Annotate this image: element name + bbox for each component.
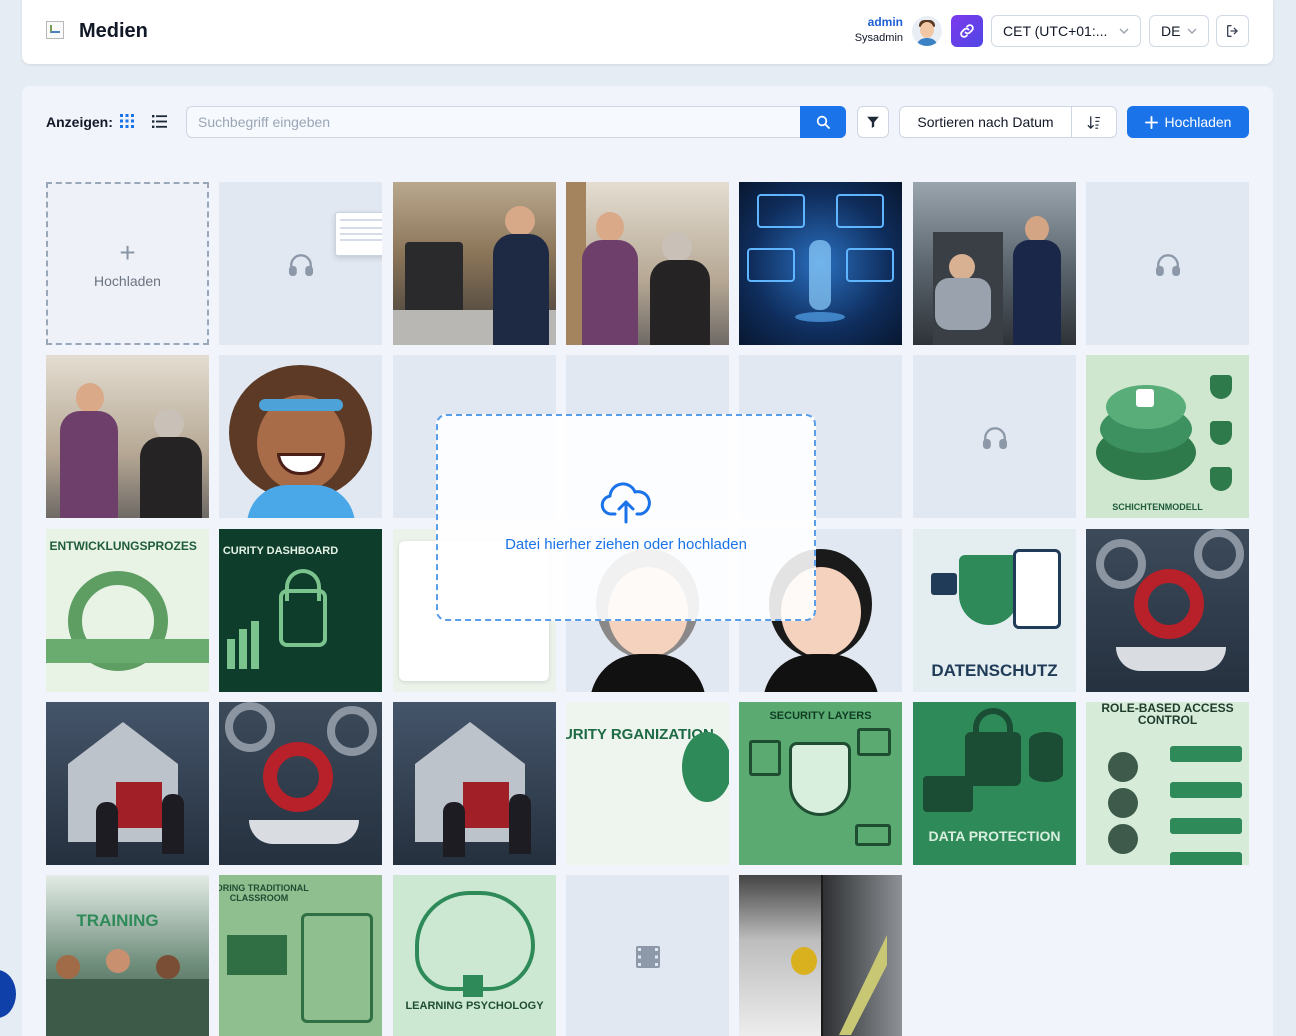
cloud-upload-icon bbox=[600, 482, 651, 524]
headphones-icon bbox=[1155, 253, 1180, 276]
view-label: Anzeigen: bbox=[46, 114, 113, 130]
grid-icon bbox=[120, 114, 134, 128]
tile-caption: GILE ENTWICKLUNGSPROZES bbox=[46, 539, 197, 553]
media-tile-audio[interactable] bbox=[1086, 182, 1249, 345]
tile-caption: ROLE-BASED ACCESS CONTROL bbox=[1101, 702, 1234, 727]
tile-caption: DATENSCHUTZ bbox=[931, 661, 1058, 680]
media-tile-illustration[interactable] bbox=[1086, 529, 1249, 692]
media-tile-photo[interactable] bbox=[913, 182, 1076, 345]
headphones-icon bbox=[982, 426, 1007, 449]
media-tile-illustration[interactable]: DATENSCHUTZ bbox=[913, 529, 1076, 692]
media-tile-photo[interactable] bbox=[46, 355, 209, 518]
media-tile-avatar[interactable] bbox=[219, 355, 382, 518]
logout-icon bbox=[1226, 25, 1238, 37]
tile-caption: SCHICHTENMODELL bbox=[1112, 502, 1203, 512]
plus-icon: + bbox=[119, 236, 136, 268]
sort-direction-button[interactable] bbox=[1071, 106, 1117, 138]
upload-button-label: Hochladen bbox=[1164, 114, 1232, 130]
media-tile-illustration[interactable] bbox=[219, 702, 382, 865]
media-tile-illustration[interactable] bbox=[393, 702, 556, 865]
user-info[interactable]: admin Sysadmin bbox=[830, 14, 903, 46]
avatar[interactable] bbox=[912, 16, 942, 46]
media-tile-illustration[interactable]: SECURITY LAYERS bbox=[739, 702, 902, 865]
tile-caption: BORING TRADITIONAL CLASSROOM bbox=[219, 883, 309, 903]
tile-caption: TRAINING bbox=[76, 911, 159, 930]
media-tile-photo[interactable] bbox=[739, 875, 902, 1036]
headphones-icon bbox=[288, 253, 313, 276]
drop-zone[interactable]: Datei hierher ziehen oder hochladen bbox=[436, 414, 816, 621]
media-tile-photo[interactable] bbox=[393, 182, 556, 345]
link-icon bbox=[960, 24, 974, 38]
media-tile-illustration[interactable]: SCHICHTENMODELL bbox=[1086, 355, 1249, 518]
grid-view-button[interactable] bbox=[118, 112, 136, 130]
search-input[interactable]: Suchbegriff eingeben bbox=[186, 106, 801, 138]
plus-icon bbox=[1144, 115, 1158, 129]
timezone-select[interactable]: CET (UTC+01:... bbox=[991, 15, 1141, 47]
media-tile-audio[interactable] bbox=[219, 182, 382, 345]
filter-button[interactable] bbox=[857, 106, 889, 138]
sort-direction-icon bbox=[1087, 115, 1100, 129]
language-value: DE bbox=[1161, 23, 1181, 39]
link-button[interactable] bbox=[951, 15, 983, 47]
filter-icon bbox=[867, 116, 879, 128]
search-button[interactable] bbox=[800, 106, 846, 138]
sort-field-button[interactable]: Sortieren nach Datum bbox=[899, 106, 1072, 138]
chevron-down-icon bbox=[1187, 28, 1197, 34]
tile-caption: CURITY DASHBOARD bbox=[222, 545, 339, 557]
user-role: Sysadmin bbox=[854, 32, 903, 44]
logo-image bbox=[46, 21, 64, 39]
tile-caption: SECURITY LAYERS bbox=[769, 710, 872, 722]
timezone-value: CET (UTC+01:... bbox=[1003, 23, 1108, 39]
media-tile-photo[interactable]: TRAINING bbox=[46, 875, 209, 1036]
language-select[interactable]: DE bbox=[1149, 15, 1209, 47]
media-tile-illustration[interactable]: GILE ENTWICKLUNGSPROZES bbox=[46, 529, 209, 692]
media-tile-photo[interactable] bbox=[566, 182, 729, 345]
list-view-button[interactable] bbox=[150, 112, 168, 130]
upload-tile[interactable]: + Hochladen bbox=[46, 182, 209, 345]
media-tile-video[interactable] bbox=[566, 875, 729, 1036]
page-title: Medien bbox=[79, 20, 148, 42]
drop-zone-message: Datei hierher ziehen oder hochladen bbox=[505, 536, 747, 553]
media-tile-illustration[interactable]: BORING TRADITIONAL CLASSROOM bbox=[219, 875, 382, 1036]
upload-tile-label: Hochladen bbox=[94, 272, 161, 289]
help-widget[interactable] bbox=[0, 970, 16, 1018]
tile-caption: LEARNING PSYCHOLOGY bbox=[405, 1000, 544, 1012]
user-name: admin bbox=[867, 15, 903, 29]
chevron-down-icon bbox=[1119, 28, 1129, 34]
film-icon bbox=[635, 945, 660, 968]
logout-button[interactable] bbox=[1216, 15, 1249, 47]
media-tile-illustration[interactable]: DATA PROTECTION bbox=[913, 702, 1076, 865]
search-icon bbox=[816, 115, 830, 129]
media-tile-illustration[interactable]: CURITY RGANIZATION bbox=[566, 702, 729, 865]
media-tile-illustration[interactable]: ROLE-BASED ACCESS CONTROL bbox=[1086, 702, 1249, 865]
list-icon bbox=[151, 114, 167, 128]
media-tile-illustration[interactable]: LEARNING PSYCHOLOGY bbox=[393, 875, 556, 1036]
media-tile-illustration[interactable] bbox=[739, 182, 902, 345]
tile-caption: DATA PROTECTION bbox=[928, 828, 1061, 844]
media-tile-illustration[interactable] bbox=[46, 702, 209, 865]
media-tile-illustration[interactable]: CURITY DASHBOARD bbox=[219, 529, 382, 692]
upload-button[interactable]: Hochladen bbox=[1127, 106, 1249, 138]
media-tile-audio[interactable] bbox=[913, 355, 1076, 518]
